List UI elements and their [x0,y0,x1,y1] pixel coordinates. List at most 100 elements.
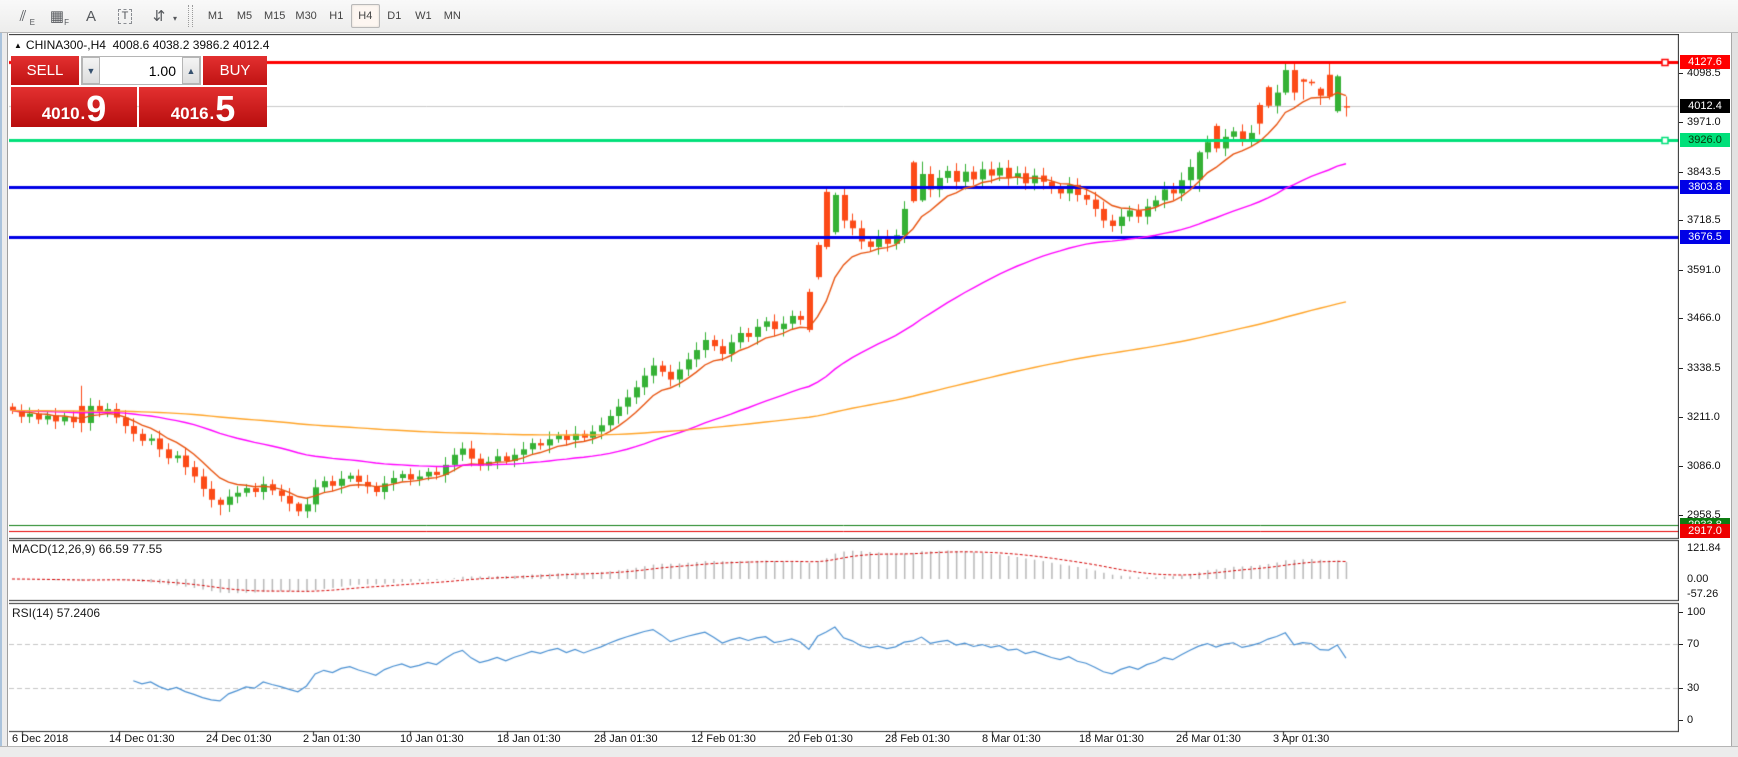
buy-price-tile: 4016 . 5 [139,87,267,127]
price-badge-3926.0: 3926.0 [1680,133,1730,147]
sell-price-dot: . [80,104,86,123]
price-badge-3803.8: 3803.8 [1680,180,1730,194]
price-tick [1679,318,1683,319]
time-axis-label: 12 Feb 01:30 [691,733,756,745]
macd-tick-label: 121.84 [1687,542,1721,554]
time-axis-label: 24 Dec 01:30 [206,733,272,745]
volume-stepper: ▼ ▲ [81,56,201,85]
timeframe-button-group: M1 M5 M15 M30 H1 H4 D1 W1 MN [201,4,467,28]
time-axis-label: 20 Feb 01:30 [788,733,853,745]
price-tick-label: 3718.5 [1687,214,1721,226]
macd-value-main: 66.59 [98,542,129,556]
toolbar-button-text-box[interactable]: T [108,3,142,29]
dropdown-caret-icon: ▾ [172,14,177,23]
price-tick [1679,122,1683,123]
tf-button-H4[interactable]: H4 [350,4,380,28]
volume-decrease-button[interactable]: ▼ [82,57,100,84]
rsi-tick-label: 100 [1687,606,1706,618]
text-box-icon: T [117,8,133,24]
time-axis-label: 14 Dec 01:30 [109,733,175,745]
buy-price-whole: 4016 [170,104,209,123]
tf-button-D1[interactable]: D1 [380,4,409,28]
rsi-tick-label: 0 [1687,714,1694,726]
tf-button-W1[interactable]: W1 [409,4,438,28]
macd-tick-label: 0.00 [1687,573,1709,585]
toolbar-drag-handle[interactable] [188,5,193,27]
tf-button-M15[interactable]: M15 [259,4,290,28]
toolbar-button-text-label[interactable]: A [74,3,108,29]
price-tick [1679,417,1683,418]
rsi-tick-label: 30 [1687,682,1700,694]
sell-price-frac: 9 [86,88,107,129]
one-click-trading-panel: SELL ▼ ▲ BUY 4010 . 9 4016 . 5 [11,56,267,127]
text-label-icon: A [85,7,96,25]
rsi-tick [1679,720,1683,721]
price-tick [1679,368,1683,369]
toolbar-button-expert-advisors[interactable]: ⫽ E [6,3,40,29]
price-tick-label: 3211.0 [1687,411,1720,423]
ohlc-values: 4008.6 4038.2 3986.2 4012.4 [112,38,270,52]
price-axis[interactable]: 4098.5 3971.0 3843.5 3718.5 3591.0 3466.0 3338… [1679,34,1731,746]
time-axis-label: 18 Jan 01:30 [497,733,561,745]
price-tick-label: 3466.0 [1687,312,1721,324]
time-axis-label: 26 Mar 01:30 [1176,733,1241,745]
sell-button[interactable]: SELL [11,56,81,85]
expert-advisors-icon: ⫽ [19,7,27,25]
collapse-arrow-icon[interactable]: ▲ [14,41,22,50]
toolbar-button-arrange-arrows[interactable]: ⇵ ▾ [142,3,177,29]
sell-price-tile: 4010 . 9 [11,87,137,127]
price-badge-4127.6: 4127.6 [1680,55,1730,69]
time-axis-label: 2 Jan 01:30 [303,733,361,745]
macd-label: MACD(12,26,9) 66.59 77.55 [12,542,163,556]
price-tick-label: 3086.0 [1687,460,1721,472]
time-axis-label: 28 Feb 01:30 [885,733,950,745]
rsi-tick [1679,688,1683,689]
top-toolbar: ⫽ E ▦ F A T ⇵ ▾ M1 M5 M15 M30 H1 H4 D1 W1 MN [0,0,1738,33]
price-tick [1679,172,1683,173]
price-tick-label: 3338.5 [1687,362,1721,374]
window-bottom-strip [0,746,1738,757]
tf-button-MN[interactable]: MN [438,4,467,28]
price-chart-canvas[interactable] [9,34,1679,746]
volume-input[interactable] [100,57,182,84]
time-axis-label: 28 Jan 01:30 [594,733,658,745]
icon-subscript: E [29,18,35,27]
icon-subscript: F [64,18,69,27]
price-tick-label: 3971.0 [1687,116,1721,128]
buy-price-frac: 5 [215,88,236,129]
price-tick [1679,270,1683,271]
price-tick [1679,466,1683,467]
time-axis-label: 8 Mar 01:30 [982,733,1041,745]
window-right-strip [1731,33,1738,757]
rsi-value: 57.2406 [56,606,101,620]
price-badge-3676.5: 3676.5 [1680,230,1730,244]
tf-button-M30[interactable]: M30 [290,4,321,28]
toolbar-button-grid[interactable]: ▦ F [40,3,74,29]
chart-area: ▲ CHINA300-,H4 4008.6 4038.2 3986.2 4012.… [8,34,1731,746]
buy-price-dot: . [209,104,215,123]
sell-price-whole: 4010 [41,104,80,123]
macd-value-signal: 77.55 [132,542,163,556]
price-tick [1679,515,1683,516]
rsi-tick [1679,612,1683,613]
price-tick-label: 3843.5 [1687,166,1721,178]
symbol-name: CHINA300-,H4 [25,38,106,52]
tf-button-M5[interactable]: M5 [230,4,259,28]
rsi-tick-label: 70 [1687,638,1700,650]
price-tick [1679,220,1683,221]
macd-tick-label: -57.26 [1687,588,1719,600]
tf-button-H1[interactable]: H1 [322,4,351,28]
rsi-tick [1679,644,1683,645]
symbol-header: ▲ CHINA300-,H4 4008.6 4038.2 3986.2 4012.… [14,38,269,52]
price-tick [1679,73,1683,74]
grid-icon: ▦ [49,8,65,25]
time-axis-label: 18 Mar 01:30 [1079,733,1144,745]
time-axis: 6 Dec 2018 14 Dec 01:30 24 Dec 01:30 2 Jan … [10,733,1670,746]
buy-button[interactable]: BUY [201,56,267,85]
arrange-arrows-icon: ⇵ [152,8,166,25]
rsi-label: RSI(14) 57.2406 [12,606,101,620]
time-axis-label: 3 Apr 01:30 [1273,733,1330,745]
volume-increase-button[interactable]: ▲ [182,57,200,84]
tf-button-M1[interactable]: M1 [201,4,230,28]
tool-button-group: ⫽ E ▦ F A T ⇵ ▾ [6,3,177,29]
